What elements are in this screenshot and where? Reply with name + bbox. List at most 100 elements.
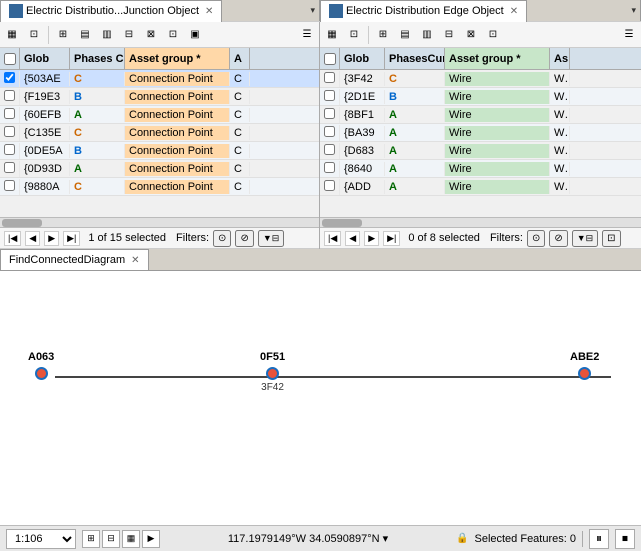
right-tool-menu[interactable]: ☰ xyxy=(619,25,639,45)
row-check[interactable] xyxy=(4,90,15,101)
left-tool-menu[interactable]: ☰ xyxy=(297,25,317,45)
row-check[interactable] xyxy=(4,180,15,191)
top-panels-row: Electric Distributio...Junction Object ✕… xyxy=(0,0,641,249)
row-check[interactable] xyxy=(324,72,335,83)
right-col-a[interactable]: As xyxy=(550,48,570,69)
row-check[interactable] xyxy=(324,162,335,173)
left-col-phase[interactable]: Phases Current xyxy=(70,48,125,69)
table-row[interactable]: {9880A C Connection Point C xyxy=(0,178,319,196)
right-col-phase[interactable]: PhasesCurrent xyxy=(385,48,445,69)
right-nav-first[interactable]: |◀ xyxy=(324,231,341,246)
table-row[interactable]: {503AE C Connection Point C xyxy=(0,70,319,88)
table-row[interactable]: {0D93D A Connection Point C xyxy=(0,160,319,178)
right-tool-5[interactable]: ▥ xyxy=(417,25,437,45)
table-row[interactable]: {BA39 A Wire Wi xyxy=(320,124,641,142)
right-nav-prev[interactable]: ◀ xyxy=(345,231,360,246)
table-row[interactable]: {F19E3 B Connection Point C xyxy=(0,88,319,106)
lock-icon: 🔒 xyxy=(456,533,468,544)
left-tool-9[interactable]: ▣ xyxy=(185,25,205,45)
left-filter-btn-1[interactable]: ⊙ xyxy=(213,230,231,247)
left-nav-last[interactable]: ▶| xyxy=(63,231,80,246)
table-row[interactable]: {0DE5A B Connection Point C xyxy=(0,142,319,160)
row-check[interactable] xyxy=(4,108,15,119)
node-a063[interactable]: A063 xyxy=(28,351,54,380)
pause-button[interactable]: ⏸ xyxy=(589,529,609,549)
left-col-a[interactable]: A xyxy=(230,48,250,69)
row-check[interactable] xyxy=(324,144,335,155)
left-tool-6[interactable]: ⊟ xyxy=(119,25,139,45)
right-tool-2[interactable]: ⊡ xyxy=(344,25,364,45)
right-filter-btn-2[interactable]: ⊘ xyxy=(549,230,567,247)
right-col-glob[interactable]: Glob xyxy=(340,48,385,69)
right-dropdown-arrow[interactable]: ▾ xyxy=(627,5,640,16)
left-col-asset[interactable]: Asset group * xyxy=(125,48,230,69)
right-nav-next[interactable]: ▶ xyxy=(364,231,379,246)
right-col-asset[interactable]: Asset group * xyxy=(445,48,550,69)
left-tab-close[interactable]: ✕ xyxy=(205,6,213,17)
right-filter-btn-1[interactable]: ⊙ xyxy=(527,230,545,247)
right-tool-7[interactable]: ⊠ xyxy=(461,25,481,45)
left-tool-1[interactable]: ▦ xyxy=(2,25,22,45)
left-panel: ▦ ⊡ ⊞ ▤ ▥ ⊟ ⊠ ⊡ ▣ ☰ xyxy=(0,22,320,249)
node-0f51[interactable]: 0F51 3F42 xyxy=(260,351,285,393)
right-tool-1[interactable]: ▦ xyxy=(322,25,342,45)
left-dropdown-arrow[interactable]: ▾ xyxy=(306,5,319,16)
left-filter-btn-2[interactable]: ⊘ xyxy=(235,230,253,247)
table-row[interactable]: {8BF1 A Wire Wi xyxy=(320,106,641,124)
stop-button[interactable]: ⏹ xyxy=(615,529,635,549)
right-tool-3[interactable]: ⊞ xyxy=(373,25,393,45)
right-hscroll[interactable] xyxy=(320,217,641,227)
table-row[interactable]: {60EFB A Connection Point C xyxy=(0,106,319,124)
row-check[interactable] xyxy=(324,126,335,137)
right-tool-4[interactable]: ▤ xyxy=(395,25,415,45)
status-tool-2[interactable]: ⊟ xyxy=(102,530,120,548)
right-tab[interactable]: Electric Distribution Edge Object ✕ xyxy=(320,0,527,22)
table-row[interactable]: {C135E C Connection Point C xyxy=(0,124,319,142)
sep-bar xyxy=(582,531,583,547)
status-tool-1[interactable]: ⊞ xyxy=(82,530,100,548)
right-select-all[interactable] xyxy=(324,53,336,65)
coord-dropdown[interactable]: ▾ xyxy=(383,533,389,545)
right-panel: ▦ ⊡ ⊞ ▤ ▥ ⊟ ⊠ ⊡ ☰ xyxy=(320,22,641,249)
row-check[interactable] xyxy=(4,72,15,83)
left-select-all[interactable] xyxy=(4,53,16,65)
right-filter-btn-3[interactable]: ▼⊟ xyxy=(572,230,598,247)
right-nav-last[interactable]: ▶| xyxy=(383,231,400,246)
left-hscroll[interactable] xyxy=(0,217,319,227)
right-tool-8[interactable]: ⊡ xyxy=(483,25,503,45)
row-check[interactable] xyxy=(4,144,15,155)
right-tab-icon xyxy=(329,4,343,18)
row-check[interactable] xyxy=(324,180,335,191)
left-tool-3[interactable]: ⊞ xyxy=(53,25,73,45)
left-tool-4[interactable]: ▤ xyxy=(75,25,95,45)
left-tool-5[interactable]: ▥ xyxy=(97,25,117,45)
node-abe2[interactable]: ABE2 xyxy=(570,351,599,380)
table-row[interactable]: {3F42 C Wire Wi xyxy=(320,70,641,88)
diagram-tab[interactable]: FindConnectedDiagram ✕ xyxy=(0,249,149,270)
table-row[interactable]: {8640 A Wire Wi xyxy=(320,160,641,178)
status-tool-3[interactable]: ▦ xyxy=(122,530,140,548)
row-check[interactable] xyxy=(4,126,15,137)
right-tab-close[interactable]: ✕ xyxy=(510,6,518,17)
table-row[interactable]: {2D1E B Wire Wi xyxy=(320,88,641,106)
left-filter-btn-3[interactable]: ▼⊟ xyxy=(258,230,284,247)
left-tool-8[interactable]: ⊡ xyxy=(163,25,183,45)
left-nav-first[interactable]: |◀ xyxy=(4,231,21,246)
left-tool-2[interactable]: ⊡ xyxy=(24,25,44,45)
row-check[interactable] xyxy=(324,108,335,119)
row-check[interactable] xyxy=(324,90,335,101)
right-tool-6[interactable]: ⊟ xyxy=(439,25,459,45)
right-filter-extra[interactable]: ⊡ xyxy=(602,230,620,247)
table-row[interactable]: {D683 A Wire Wi xyxy=(320,142,641,160)
row-check[interactable] xyxy=(4,162,15,173)
table-row[interactable]: {ADD A Wire Wi xyxy=(320,178,641,196)
left-tool-7[interactable]: ⊠ xyxy=(141,25,161,45)
left-tab[interactable]: Electric Distributio...Junction Object ✕ xyxy=(0,0,222,22)
scale-select[interactable]: 1:106 1:50 1:100 1:200 1:500 xyxy=(6,529,76,549)
coord-text: 117.1979149°W 34.0590897°N xyxy=(228,533,380,545)
left-nav-next[interactable]: ▶ xyxy=(44,231,59,246)
left-nav-prev[interactable]: ◀ xyxy=(25,231,40,246)
diagram-tab-close[interactable]: ✕ xyxy=(131,255,139,266)
left-col-glob[interactable]: Glob xyxy=(20,48,70,69)
status-tool-4[interactable]: ▶ xyxy=(142,530,160,548)
